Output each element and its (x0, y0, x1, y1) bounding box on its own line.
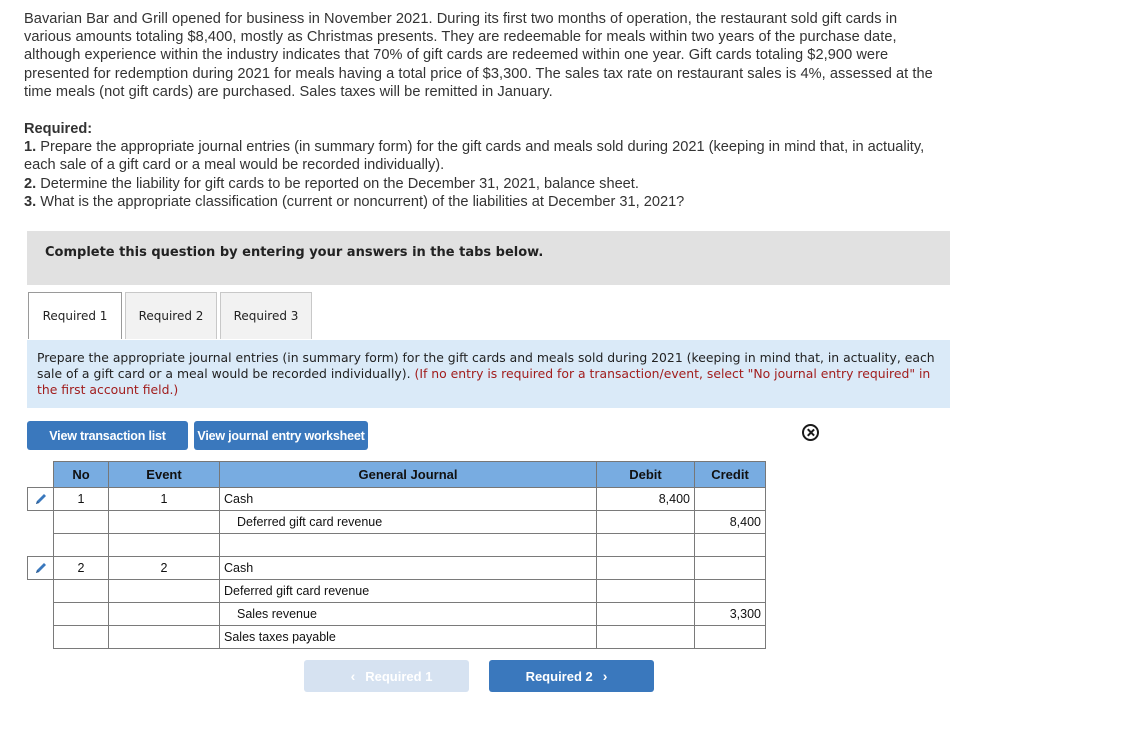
table-header-row: No Event General Journal Debit Credit (53, 461, 766, 488)
cell-event: 1 (108, 487, 220, 511)
table-row: Sales taxes payable (53, 625, 766, 649)
header-debit: Debit (596, 461, 695, 488)
cell-event (108, 602, 220, 626)
required-section: Required: 1. Prepare the appropriate jou… (24, 120, 944, 211)
header-credit: Credit (694, 461, 766, 488)
pencil-icon (36, 494, 46, 504)
chevron-right-icon: › (602, 668, 608, 684)
instructions-text: Prepare the appropriate journal entries … (37, 350, 935, 397)
cell-no: 2 (53, 556, 109, 580)
required-item-2: 2. Determine the liability for gift card… (24, 175, 639, 192)
table-row: 2 2 Cash (53, 556, 766, 580)
pencil-icon (36, 563, 46, 573)
header-general-journal: General Journal (219, 461, 597, 488)
cell-debit: 8,400 (596, 487, 695, 511)
cell-account (219, 533, 597, 557)
cell-credit (694, 625, 766, 649)
cell-credit (694, 579, 766, 603)
cell-credit: 3,300 (694, 602, 766, 626)
instruction-bar: Complete this question by entering your … (27, 231, 950, 285)
problem-text: Bavarian Bar and Grill opened for busine… (24, 11, 933, 100)
tab-required-1[interactable]: Required 1 (28, 292, 122, 339)
cell-credit (694, 533, 766, 557)
cell-account: Cash (219, 487, 597, 511)
cell-event (108, 510, 220, 534)
required-heading: Required: (24, 121, 93, 137)
table-row: 1 1 Cash 8,400 (53, 487, 766, 511)
cell-no (53, 579, 109, 603)
cell-account: Deferred gift card revenue (219, 510, 597, 534)
cell-event (108, 533, 220, 557)
tab-required-3[interactable]: Required 3 (220, 292, 312, 339)
cell-debit (596, 602, 695, 626)
table-row: Sales revenue 3,300 (53, 602, 766, 626)
cell-no (53, 602, 109, 626)
tab-required-2[interactable]: Required 2 (125, 292, 217, 339)
chevron-left-icon: ‹ (350, 668, 356, 684)
required-item-3: 3. What is the appropriate classificatio… (24, 193, 685, 210)
close-icon[interactable] (802, 424, 819, 441)
view-journal-worksheet-button[interactable]: View journal entry worksheet (194, 421, 368, 450)
cell-no (53, 625, 109, 649)
next-label: Required 2 (525, 668, 593, 684)
cell-debit (596, 556, 695, 580)
cell-account: Cash (219, 556, 597, 580)
general-journal-table: No Event General Journal Debit Credit 1 … (53, 461, 766, 649)
table-row: Deferred gift card revenue (53, 579, 766, 603)
cell-debit (596, 579, 695, 603)
cell-account: Sales taxes payable (219, 625, 597, 649)
table-row: Deferred gift card revenue 8,400 (53, 510, 766, 534)
instruction-text: Complete this question by entering your … (45, 245, 544, 260)
next-required-button[interactable]: Required 2 › (489, 660, 654, 692)
cell-no (53, 533, 109, 557)
header-event: Event (108, 461, 220, 488)
cell-no: 1 (53, 487, 109, 511)
cell-debit (596, 533, 695, 557)
required-item-1: 1. Prepare the appropriate journal entri… (24, 139, 925, 174)
cell-debit (596, 510, 695, 534)
table-row (53, 533, 766, 557)
edit-entry-2-button[interactable] (27, 556, 54, 580)
cell-account: Sales revenue (219, 602, 597, 626)
cell-no (53, 510, 109, 534)
view-transaction-list-button[interactable]: View transaction list (27, 421, 188, 450)
problem-statement: Bavarian Bar and Grill opened for busine… (24, 10, 944, 101)
tab-bar: Required 1 Required 2 Required 3 (28, 292, 315, 339)
edit-entry-1-button[interactable] (27, 487, 54, 511)
cell-credit (694, 556, 766, 580)
prev-label: Required 1 (365, 668, 433, 684)
prev-required-button: ‹ Required 1 (304, 660, 469, 692)
cell-credit (694, 487, 766, 511)
instructions-panel: Prepare the appropriate journal entries … (27, 340, 950, 408)
cell-event (108, 625, 220, 649)
cell-account: Deferred gift card revenue (219, 579, 597, 603)
cell-credit: 8,400 (694, 510, 766, 534)
cell-event (108, 579, 220, 603)
header-no: No (53, 461, 109, 488)
cell-event: 2 (108, 556, 220, 580)
cell-debit (596, 625, 695, 649)
